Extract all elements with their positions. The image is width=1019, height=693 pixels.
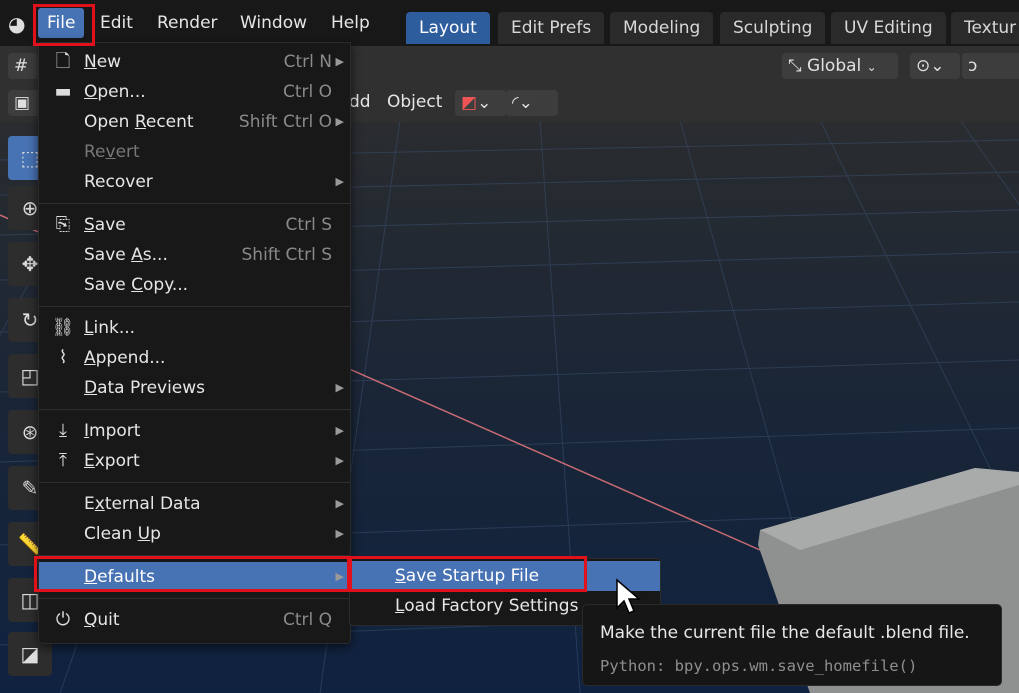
menu-item-label: Export [84, 451, 140, 471]
file-menu-item-link[interactable]: ⛓ Link... [39, 313, 350, 343]
menu-separator [39, 482, 350, 483]
import-icon: ⤓ [59, 420, 67, 441]
pivot-point-dropdown[interactable]: ⊙⌄ [910, 53, 960, 79]
menu-item-shortcut: Shift Ctrl O [238, 112, 332, 132]
file-menu-item-clean-up[interactable]: Clean Up ▶ [39, 519, 350, 549]
menu-help[interactable]: Help [322, 8, 379, 38]
submenu-arrow-icon: ▶ [335, 570, 344, 583]
menu-file[interactable]: File [38, 8, 85, 38]
menu-item-label: Save [84, 215, 126, 235]
menu-separator [39, 555, 350, 556]
menu-item-shortcut: Ctrl O [282, 82, 332, 102]
menu-item-label: Append... [84, 348, 166, 368]
submenu-arrow-icon: ▶ [335, 527, 344, 540]
menu-item-label: Open Recent [84, 112, 194, 132]
editor-type-icon[interactable]: # [8, 53, 38, 79]
link-icon: ⛓ [51, 317, 75, 338]
menu-separator [39, 409, 350, 410]
menu-item-label: External Data [84, 494, 201, 514]
menu-item-label: Import [84, 421, 141, 441]
submenu-arrow-icon: ▶ [335, 115, 344, 128]
menu-item-label: Revert [84, 142, 140, 162]
file-menu-item-export[interactable]: ⤒ Export ▶ [39, 446, 350, 476]
menu-item-label: Save Copy... [84, 275, 189, 295]
submenu-arrow-icon: ▶ [335, 497, 344, 510]
file-menu-item-open[interactable]: ▬ Open... Ctrl O [39, 77, 350, 107]
mouse-cursor-icon [616, 578, 641, 614]
blender-logo-icon[interactable]: ◕ [8, 12, 25, 36]
file-menu-item-open-recent[interactable]: Open Recent Shift Ctrl O ▶ [39, 107, 350, 137]
tab-sculpting[interactable]: Sculpting [720, 12, 826, 44]
file-menu-item-import[interactable]: ⤓ Import ▶ [39, 416, 350, 446]
tab-edit-prefs[interactable]: Edit Prefs [498, 12, 605, 44]
export-icon: ⤒ [59, 450, 67, 471]
proportional-edit-icon[interactable]: ◩⌄ [455, 90, 507, 116]
file-menu-item-append[interactable]: ⌇ Append... [39, 343, 350, 373]
file-menu-item-save[interactable]: ⎘ Save Ctrl S [39, 210, 350, 240]
menu-item-label: Data Previews [84, 378, 206, 398]
menu-separator [39, 203, 350, 204]
new-file-icon: 🗋 [55, 51, 71, 72]
menu-item-shortcut: Ctrl Q [282, 610, 332, 630]
falloff-dropdown[interactable]: ◜⌄ [506, 90, 558, 116]
submenu-arrow-icon: ▶ [335, 454, 344, 467]
menu-item-label: Open... [84, 82, 146, 102]
top-bar: ◕ File Edit Render Window Help Layout Ed… [0, 0, 1019, 46]
menu-separator [39, 598, 350, 599]
file-menu-item-external-data[interactable]: External Data ▶ [39, 489, 350, 519]
menu-item-label: Quit [84, 610, 120, 630]
power-icon: ⏻ [55, 609, 71, 630]
file-menu-item-save-as[interactable]: Save As... Shift Ctrl S [39, 240, 350, 270]
submenu-item-save-startup-file[interactable]: Save Startup File [350, 561, 660, 591]
tab-uv-editing[interactable]: UV Editing [831, 12, 946, 44]
menu-edit[interactable]: Edit [91, 8, 142, 38]
tooltip-python: Python: bpy.ops.wm.save_homefile() [600, 657, 918, 675]
file-menu-item-save-copy[interactable]: Save Copy... [39, 270, 350, 300]
menu-item-label: Link... [84, 318, 136, 338]
menu-item-label: Save As... [84, 245, 168, 265]
select-mode-icon[interactable]: ▣ [8, 90, 40, 116]
menu-item-label: Recover [84, 172, 153, 192]
orientation-icon: ⤡ [788, 56, 802, 76]
submenu-arrow-icon: ▶ [335, 381, 344, 394]
tab-modeling[interactable]: Modeling [610, 12, 714, 44]
tooltip: Make the current file the default .blend… [582, 604, 1002, 686]
menu-render[interactable]: Render [148, 8, 227, 38]
file-menu: 🗋 New Ctrl N ▶ ▬ Open... Ctrl O Open Recent Shif… [38, 42, 351, 644]
paperclip-icon: ⌇ [58, 347, 68, 368]
folder-icon: ▬ [54, 81, 72, 102]
file-menu-item-data-previews[interactable]: Data Previews ▶ [39, 373, 350, 403]
menu-item-shortcut: Shift Ctrl S [241, 245, 333, 265]
menu-item-label: Defaults [84, 567, 155, 587]
file-menu-item-revert[interactable]: Revert [39, 137, 350, 167]
file-menu-item-new[interactable]: 🗋 New Ctrl N ▶ [39, 47, 350, 77]
tab-texture-paint[interactable]: Textur [951, 12, 1019, 44]
submenu-item-label: Load Factory Settings [395, 596, 579, 616]
tab-layout[interactable]: Layout [406, 12, 490, 44]
submenu-item-label: Save Startup File [395, 566, 540, 586]
file-menu-item-defaults[interactable]: Defaults ▶ [39, 562, 350, 592]
submenu-arrow-icon: ▶ [335, 55, 344, 68]
menu-item-shortcut: Ctrl S [285, 215, 332, 235]
file-menu-item-recover[interactable]: Recover ▶ [39, 167, 350, 197]
submenu-arrow-icon: ▶ [335, 424, 344, 437]
save-icon: ⎘ [55, 214, 71, 235]
file-menu-item-quit[interactable]: ⏻ Quit Ctrl Q [39, 605, 350, 635]
submenu-arrow-icon: ▶ [335, 175, 344, 188]
transform-orientation-dropdown[interactable]: ⤡ Global ⌄ [782, 53, 898, 79]
menu-item-label: New [84, 52, 122, 72]
menu-window[interactable]: Window [231, 8, 316, 38]
snap-toggle[interactable]: ↄ [962, 53, 1019, 79]
menu-separator [39, 306, 350, 307]
menu-item-shortcut: Ctrl N [283, 52, 332, 72]
menu-object[interactable]: Object [387, 92, 442, 112]
tooltip-description: Make the current file the default .blend… [600, 623, 970, 643]
menu-item-label: Clean Up [84, 524, 161, 544]
menu-add-partial[interactable]: dd [349, 92, 371, 112]
chevron-down-icon: ⌄ [866, 60, 877, 74]
